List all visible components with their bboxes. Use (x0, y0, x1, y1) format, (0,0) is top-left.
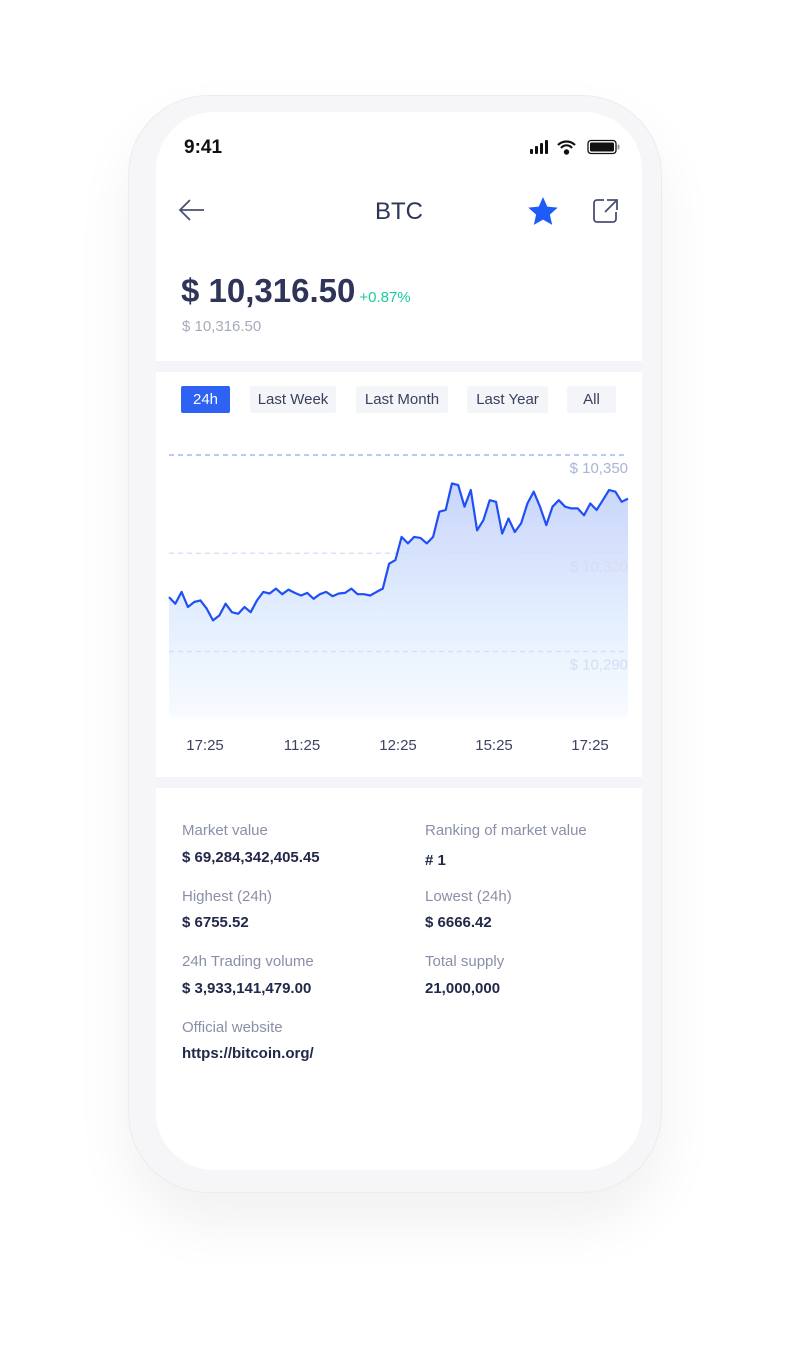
chart-area-fill (169, 483, 628, 717)
y-tick-label: $ 10,290 (570, 657, 628, 674)
official-website-link[interactable]: https://bitcoin.org/ (182, 1045, 314, 1062)
stat-label: 24h Trading volume (182, 953, 314, 970)
status-icons (530, 139, 620, 155)
signal-icon (530, 140, 548, 154)
tab-last-year[interactable]: Last Year (467, 386, 548, 413)
x-tick-label: 11:25 (283, 737, 321, 754)
stat-value: $ 6666.42 (425, 914, 492, 931)
wifi-icon (557, 140, 576, 155)
price-chart: $ 10,350 $ 10,320 $ 10,290 (168, 454, 629, 717)
stat-value: 21,000,000 (425, 980, 501, 997)
y-tick-label: $ 10,350 (570, 460, 628, 477)
tab-24h[interactable]: 24h (181, 386, 230, 413)
stat-value: $ 69,284,342,405.45 (182, 849, 320, 866)
tab-last-month[interactable]: Last Month (356, 386, 448, 413)
price-row: $ 10,316.50 +0.87% (181, 272, 411, 310)
battery-icon (587, 139, 620, 155)
section-divider (156, 361, 642, 372)
time-range-tabs: 24h Last Week Last Month Last Year All (156, 386, 642, 414)
star-icon[interactable] (527, 196, 559, 226)
price-change: +0.87% (359, 289, 411, 306)
current-price: $ 10,316.50 (181, 272, 356, 309)
stat-value: $ 6755.52 (182, 914, 249, 931)
stat-label: Total supply (425, 953, 505, 970)
stats-grid: Market value $ 69,284,342,405.45 Ranking… (182, 822, 622, 1082)
secondary-price: $ 10,316.50 (182, 318, 262, 335)
phone-screen: 9:41 BTC $ 10,316.50 +0.87% $ 10,316.50 2… (156, 112, 642, 1170)
stat-label: Official website (182, 1019, 283, 1036)
stat-label: Market value (182, 822, 268, 839)
tab-all[interactable]: All (567, 386, 616, 413)
stat-label: Highest (24h) (182, 888, 273, 905)
x-tick-label: 15:25 (475, 737, 513, 754)
stat-value: $ 3,933,141,479.00 (182, 980, 312, 997)
page-title: BTC (375, 198, 423, 225)
section-divider (156, 777, 642, 788)
y-tick-label: $ 10,320 (570, 558, 628, 575)
tab-last-week[interactable]: Last Week (250, 386, 336, 413)
stat-label: Lowest (24h) (425, 888, 512, 905)
x-tick-label: 17:25 (571, 737, 609, 754)
x-tick-label: 17:25 (186, 737, 224, 754)
stat-value: # 1 (425, 852, 446, 869)
x-tick-label: 12:25 (379, 737, 417, 754)
stat-label: Ranking of market value (425, 822, 587, 839)
external-link-icon[interactable] (592, 197, 620, 225)
status-time: 9:41 (184, 137, 223, 158)
